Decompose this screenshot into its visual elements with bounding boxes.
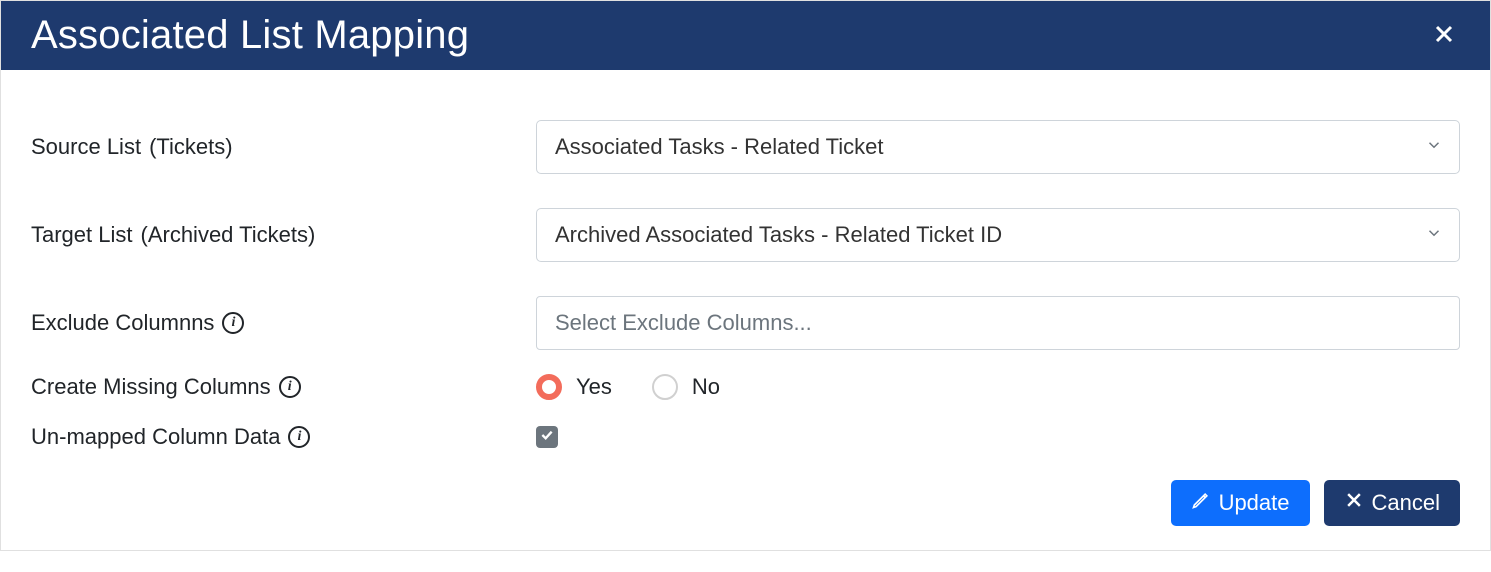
update-button-label: Update [1219, 490, 1290, 516]
close-button[interactable] [1428, 18, 1460, 53]
info-icon[interactable]: i [288, 426, 310, 448]
source-list-value: Associated Tasks - Related Ticket [555, 134, 884, 160]
chevron-down-icon [1425, 222, 1443, 248]
close-icon [1344, 490, 1364, 516]
target-list-label-group: Target List (Archived Tickets) [31, 222, 536, 248]
radio-icon-unselected [652, 374, 678, 400]
associated-list-mapping-modal: Associated List Mapping Source List (Tic… [0, 0, 1491, 551]
target-list-value: Archived Associated Tasks - Related Tick… [555, 222, 1002, 248]
cancel-button-label: Cancel [1372, 490, 1440, 516]
target-list-label: Target List [31, 222, 133, 248]
target-list-row: Target List (Archived Tickets) Archived … [31, 208, 1460, 262]
target-list-context: (Archived Tickets) [141, 222, 316, 248]
modal-title: Associated List Mapping [31, 13, 469, 58]
modal-footer: Update Cancel [1, 480, 1490, 550]
create-missing-label: Create Missing Columns [31, 374, 271, 400]
create-missing-radio-group: Yes No [536, 374, 720, 400]
target-list-select[interactable]: Archived Associated Tasks - Related Tick… [536, 208, 1460, 262]
unmapped-row: Un-mapped Column Data i [31, 424, 1460, 450]
source-list-select[interactable]: Associated Tasks - Related Ticket [536, 120, 1460, 174]
source-list-label: Source List [31, 134, 141, 160]
info-icon[interactable]: i [279, 376, 301, 398]
radio-yes-label: Yes [576, 374, 612, 400]
source-list-context: (Tickets) [149, 134, 233, 160]
modal-header: Associated List Mapping [1, 1, 1490, 70]
radio-no[interactable]: No [652, 374, 720, 400]
create-missing-label-group: Create Missing Columns i [31, 374, 536, 400]
exclude-columns-label: Exclude Columnns [31, 310, 214, 336]
unmapped-checkbox[interactable] [536, 426, 558, 448]
exclude-columns-input[interactable]: Select Exclude Columns... [536, 296, 1460, 350]
modal-body: Source List (Tickets) Associated Tasks -… [1, 70, 1490, 480]
check-icon [539, 426, 555, 449]
unmapped-label-group: Un-mapped Column Data i [31, 424, 536, 450]
update-button[interactable]: Update [1171, 480, 1310, 526]
exclude-columns-row: Exclude Columnns i Select Exclude Column… [31, 296, 1460, 350]
cancel-button[interactable]: Cancel [1324, 480, 1460, 526]
info-icon[interactable]: i [222, 312, 244, 334]
pencil-icon [1191, 490, 1211, 516]
unmapped-label: Un-mapped Column Data [31, 424, 280, 450]
source-list-row: Source List (Tickets) Associated Tasks -… [31, 120, 1460, 174]
radio-yes[interactable]: Yes [536, 374, 612, 400]
create-missing-row: Create Missing Columns i Yes No [31, 374, 1460, 400]
close-icon [1432, 34, 1456, 49]
radio-no-label: No [692, 374, 720, 400]
exclude-columns-label-group: Exclude Columnns i [31, 310, 536, 336]
radio-icon-selected [536, 374, 562, 400]
source-list-label-group: Source List (Tickets) [31, 134, 536, 160]
chevron-down-icon [1425, 134, 1443, 160]
